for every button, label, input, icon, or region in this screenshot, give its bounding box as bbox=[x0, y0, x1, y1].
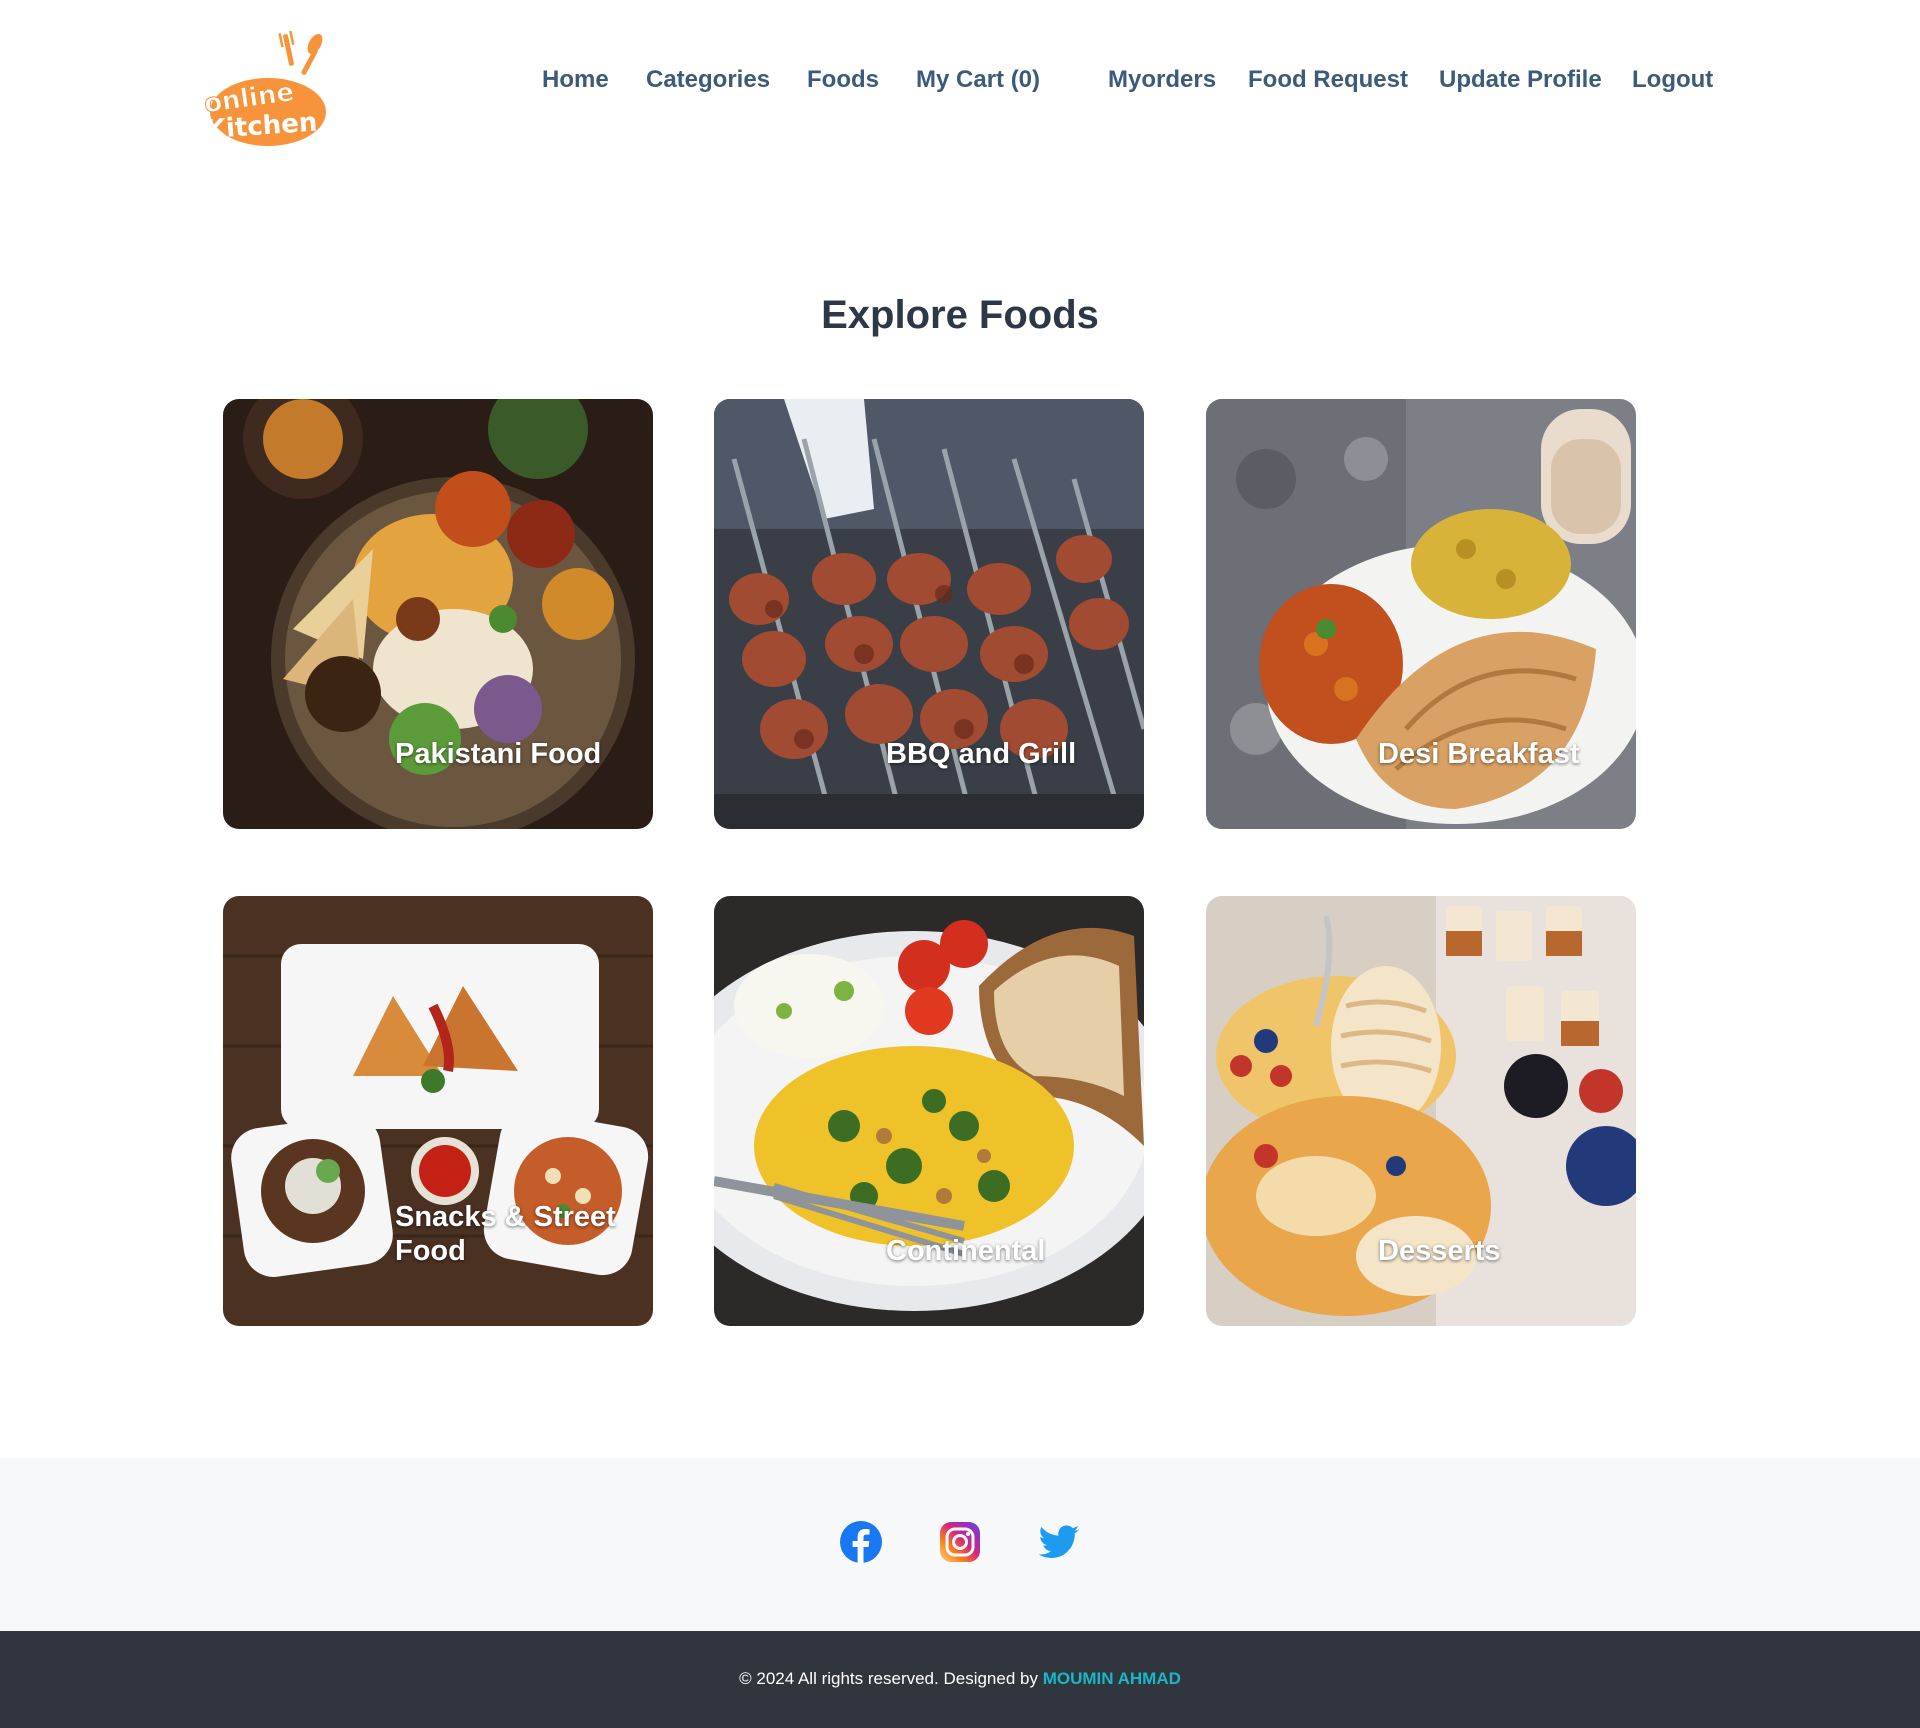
nav-logout[interactable]: Logout bbox=[1632, 62, 1713, 98]
category-card-continental[interactable]: Continental bbox=[714, 896, 1144, 1326]
main-nav: Home Categories Foods My Cart (0) Myorde… bbox=[0, 62, 1920, 98]
nav-categories[interactable]: Categories bbox=[646, 62, 770, 98]
instagram-icon[interactable] bbox=[938, 1520, 982, 1564]
category-label: Desi Breakfast bbox=[1378, 738, 1580, 770]
copyright-label: © 2024 All rights reserved. Designed by bbox=[739, 1669, 1043, 1688]
social-links bbox=[0, 1458, 1920, 1631]
category-label: Pakistani Food bbox=[395, 738, 602, 770]
section-title: Explore Foods bbox=[821, 293, 1099, 337]
copyright-footer: © 2024 All rights reserved. Designed by … bbox=[0, 1631, 1920, 1728]
facebook-icon[interactable] bbox=[839, 1520, 883, 1564]
nav-my-cart[interactable]: My Cart (0) bbox=[916, 62, 1040, 98]
category-label: Desserts bbox=[1378, 1235, 1501, 1267]
category-card-pakistani-food[interactable]: Pakistani Food bbox=[223, 399, 653, 829]
category-label: Continental bbox=[886, 1235, 1046, 1267]
nav-foods[interactable]: Foods bbox=[807, 62, 879, 98]
designer-link[interactable]: MOUMIN AHMAD bbox=[1043, 1669, 1181, 1688]
site-header: online Kitchen Home Categories Foods My … bbox=[0, 0, 1920, 160]
category-card-bbq-and-grill[interactable]: BBQ and Grill bbox=[714, 399, 1144, 829]
category-label: BBQ and Grill bbox=[886, 738, 1077, 770]
category-card-snacks-street-food[interactable]: Snacks & Street Food bbox=[223, 896, 653, 1326]
category-card-desserts[interactable]: Desserts bbox=[1206, 896, 1636, 1326]
nav-update-profile[interactable]: Update Profile bbox=[1439, 62, 1602, 98]
nav-food-request[interactable]: Food Request bbox=[1248, 62, 1408, 98]
copyright-text: © 2024 All rights reserved. Designed by … bbox=[0, 1667, 1920, 1691]
category-card-desi-breakfast[interactable]: Desi Breakfast bbox=[1206, 399, 1636, 829]
twitter-icon[interactable] bbox=[1037, 1520, 1081, 1564]
category-label: Snacks & Street Food bbox=[395, 1201, 616, 1267]
nav-myorders[interactable]: Myorders bbox=[1108, 62, 1216, 98]
nav-home[interactable]: Home bbox=[542, 62, 609, 98]
